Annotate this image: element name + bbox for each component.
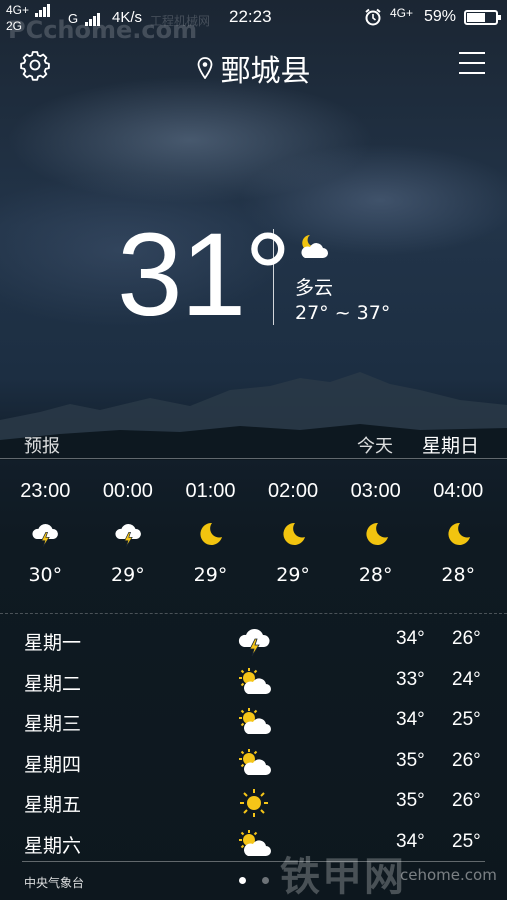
- location-pin-icon: [197, 57, 212, 79]
- hour-item: 01:00 29°: [169, 480, 252, 600]
- hour-time: 03:00: [350, 480, 401, 502]
- daily-row: 星期三 34° 25°: [0, 702, 507, 743]
- day-name: 星期二: [24, 672, 82, 695]
- page-indicator: [239, 877, 269, 884]
- daily-row: 星期四 35° 26°: [0, 743, 507, 784]
- daily-row: 星期六 34° 25°: [0, 824, 507, 865]
- footer-divider: [22, 861, 485, 862]
- current-condition: 多云: [295, 277, 334, 299]
- day-low: 26°: [452, 749, 481, 771]
- hour-temp: 28°: [441, 564, 476, 586]
- city-title[interactable]: 鄄城县: [197, 46, 311, 90]
- hour-time: 01:00: [185, 480, 236, 502]
- current-divider: [273, 229, 274, 325]
- daily-forecast: 星期一 34° 26° 星期二 33° 24° 星期三 34° 25° 星期四 35° 26° 星期五 3…: [0, 621, 507, 864]
- moon-icon: [195, 520, 225, 548]
- battery-tip: [498, 15, 501, 20]
- daily-row: 星期一 34° 26°: [0, 621, 507, 662]
- hour-time: 23:00: [20, 480, 71, 502]
- hour-temp: 28°: [358, 564, 393, 586]
- current-temp: 31°: [117, 209, 291, 341]
- day-name: 星期三: [24, 713, 82, 735]
- day-name: 星期六: [24, 834, 82, 857]
- forecast-header: 预报 今天 星期日: [0, 429, 507, 459]
- daily-row: 星期五 35° 26°: [0, 783, 507, 824]
- hour-item: 03:00 28°: [334, 480, 417, 600]
- hour-item: 00:00 29°: [87, 480, 170, 600]
- hour-icon-wrap: [4, 510, 87, 558]
- day-name: 星期四: [24, 753, 82, 776]
- hourly-forecast[interactable]: 23:00 30° 00:00 29° 01:00 29° 02:00 29° 03:00 28°…: [4, 480, 504, 600]
- day-low: 25°: [452, 709, 481, 730]
- day-low: 24°: [452, 668, 481, 690]
- partly-cloudy-night-icon: [301, 235, 328, 258]
- day-name: 星期五: [24, 794, 82, 816]
- hour-time: 04:00: [433, 480, 484, 502]
- hour-time: 00:00: [102, 480, 153, 502]
- forecast-divider: [0, 458, 507, 459]
- hourly-divider: [0, 613, 507, 614]
- hour-icon-wrap: [169, 510, 252, 558]
- menu-icon[interactable]: [459, 52, 485, 76]
- page-dot[interactable]: [239, 877, 246, 884]
- partly-cloudy-icon: [236, 747, 272, 779]
- battery-icon: [464, 10, 501, 25]
- hour-item: 23:00 30°: [4, 480, 87, 600]
- network-4g: 4G+: [390, 6, 414, 20]
- day-high: 33°: [396, 668, 425, 690]
- thunder-cloud-icon: [236, 625, 272, 657]
- day-name: 星期一: [24, 632, 82, 654]
- moon-icon: [443, 520, 473, 548]
- day-high: 35°: [396, 749, 425, 771]
- day-high: 34°: [396, 709, 425, 730]
- current-weather: 31° 多云 27° ~ 37°: [0, 215, 507, 335]
- thunder-cloud-icon: [113, 520, 143, 548]
- signal-1-label: 4G+: [6, 3, 30, 17]
- city-title-wrap: 鄄城县: [0, 46, 507, 90]
- watermark-top-small: 工程机械网: [150, 14, 211, 28]
- page-dot[interactable]: [262, 877, 269, 884]
- hour-time: 02:00: [268, 480, 319, 502]
- battery-fill: [467, 13, 485, 22]
- app-header: 鄄城县: [0, 42, 507, 90]
- day-high: 34°: [396, 628, 425, 649]
- partly-cloudy-icon: [236, 706, 272, 738]
- forecast-label: 预报: [24, 436, 60, 457]
- hour-temp: 29°: [276, 564, 310, 586]
- partly-cloudy-icon: [236, 828, 272, 860]
- watermark-bottom: 铁甲网: [280, 854, 406, 900]
- alarm-icon: [365, 8, 381, 26]
- current-range: 27° ~ 37°: [295, 302, 391, 324]
- hour-item: 04:00 28°: [417, 480, 500, 600]
- hour-icon-wrap: [417, 510, 500, 558]
- hour-temp: 30°: [28, 564, 63, 586]
- hour-item: 02:00 29°: [252, 480, 335, 600]
- city-name: 鄄城县: [220, 54, 311, 89]
- battery-percent: 59%: [424, 8, 457, 25]
- today-label: 今天: [357, 436, 393, 457]
- signal-1: 4G+: [6, 3, 51, 17]
- hour-icon-wrap: [87, 510, 170, 558]
- moon-icon: [278, 520, 308, 548]
- day-low: 26°: [452, 790, 481, 811]
- day-low: 25°: [452, 830, 481, 852]
- day-high: 35°: [396, 790, 425, 811]
- partly-cloudy-icon: [236, 666, 272, 698]
- data-source: 中央气象台: [24, 876, 85, 890]
- daily-row: 星期二 33° 24°: [0, 662, 507, 703]
- weekday-label: 星期日: [422, 435, 480, 457]
- day-low: 26°: [452, 628, 481, 649]
- hour-temp: 29°: [193, 564, 228, 586]
- clock: 22:23: [229, 7, 272, 26]
- signal-bars-icon: [35, 3, 51, 17]
- sun-icon: [236, 787, 272, 819]
- hour-icon-wrap: [334, 510, 417, 558]
- thunder-cloud-icon: [30, 520, 60, 548]
- moon-icon: [361, 520, 391, 548]
- hour-temp: 29°: [111, 564, 145, 586]
- watermark-bottom-small: cehome.com: [400, 866, 497, 884]
- hour-icon-wrap: [252, 510, 335, 558]
